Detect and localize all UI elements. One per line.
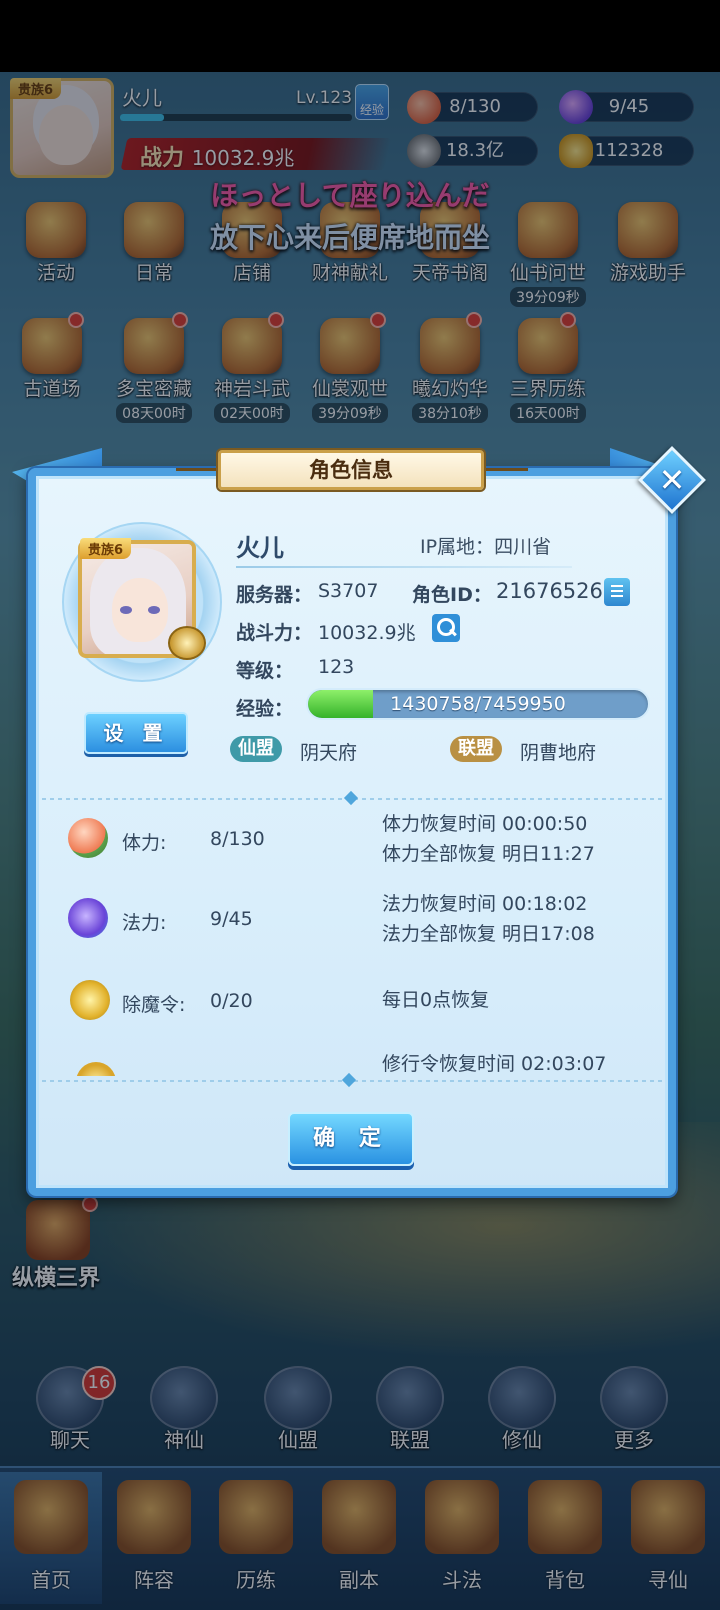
dialog-title: 角色信息: [218, 450, 484, 490]
divider: [236, 566, 572, 568]
mana-value: 9/45: [210, 908, 253, 930]
stamina-value: 8/130: [210, 828, 265, 850]
role-name: 火儿: [236, 534, 284, 562]
alliance-tag: 联盟: [450, 736, 502, 762]
mana-recover-time: 法力恢复时间 00:18:02: [382, 893, 588, 915]
stamina-recover-time: 体力恢复时间 00:00:50: [382, 813, 588, 835]
combat-value: 10032.9兆: [318, 622, 416, 644]
combat-label: 战斗力：: [236, 622, 313, 644]
peach-icon: [68, 818, 108, 858]
demon-token-note: 每日0点恢复: [382, 989, 490, 1011]
cultivation-token-icon: [76, 1062, 116, 1076]
stamina-full-time: 体力全部恢复 明日11:27: [382, 843, 595, 865]
title-ornament: [484, 468, 528, 471]
role-id-label: 角色ID：: [412, 584, 492, 606]
server-label: 服务器：: [236, 584, 313, 606]
exp-progress-bar: 1430758/7459950: [306, 688, 650, 720]
noble-badge: 贵族6: [80, 538, 132, 559]
guild-name[interactable]: 阴天府: [300, 738, 357, 765]
exp-label: 经验：: [236, 698, 294, 720]
server-value: S3707: [318, 580, 379, 602]
guild-tag: 仙盟: [230, 736, 282, 762]
ip-location: IP属地：四川省: [420, 532, 551, 559]
ip-label: IP属地：: [420, 536, 495, 558]
alliance-name[interactable]: 阴曹地府: [520, 738, 596, 765]
medal-icon: [168, 626, 206, 660]
mana-full-time: 法力全部恢复 明日17:08: [382, 923, 595, 945]
mana-flame-icon: [68, 898, 108, 938]
settings-button[interactable]: 设 置: [84, 712, 188, 754]
cultivation-recover-time: 修行令恢复时间 02:03:07: [382, 1053, 607, 1075]
level-label: 等级：: [236, 660, 294, 682]
title-ornament: [176, 468, 220, 471]
mana-label: 法力:: [122, 912, 167, 934]
demon-token-value: 0/20: [210, 990, 253, 1012]
exp-progress-text: 1430758/7459950: [390, 693, 566, 715]
stamina-label: 体力:: [122, 832, 167, 854]
copy-icon[interactable]: [604, 578, 630, 606]
search-icon[interactable]: [432, 614, 460, 642]
ip-value: 四川省: [494, 536, 552, 558]
token-icon: [70, 980, 110, 1020]
level-value: 123: [318, 656, 355, 678]
close-icon[interactable]: ✕: [648, 456, 696, 504]
demon-token-label: 除魔令:: [122, 994, 186, 1016]
scroll-list-clip: 修行令恢复时间 02:03:07: [40, 1048, 660, 1076]
role-id-value: 21676526: [496, 579, 603, 603]
confirm-button[interactable]: 确 定: [288, 1112, 414, 1166]
